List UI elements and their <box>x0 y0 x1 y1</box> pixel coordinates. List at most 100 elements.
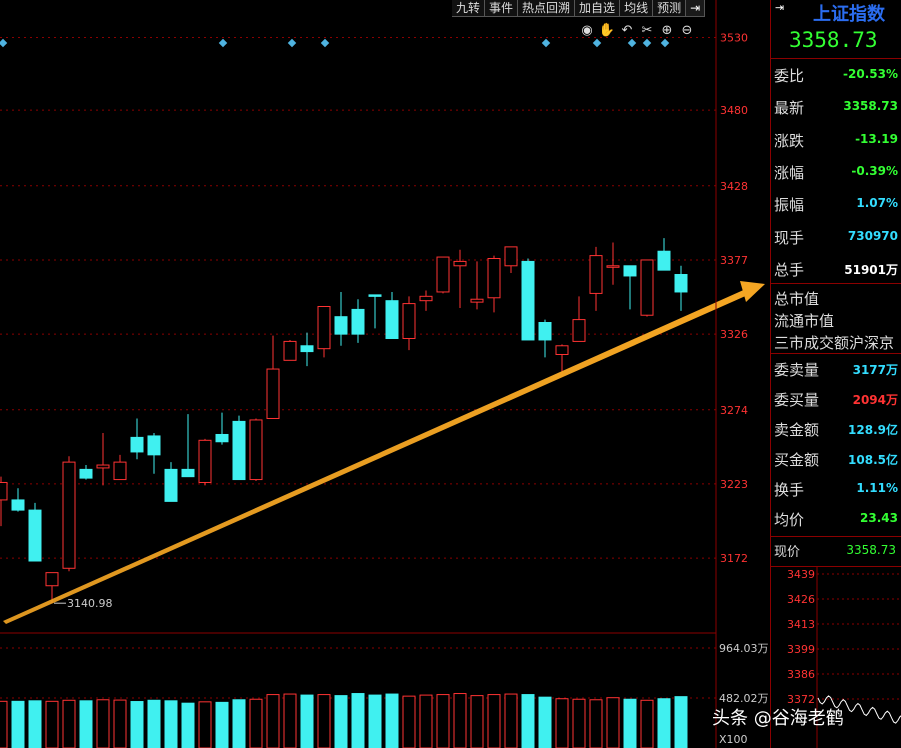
candle[interactable] <box>45 572 59 587</box>
candle[interactable] <box>283 340 297 361</box>
volume-series <box>0 693 688 748</box>
candle[interactable] <box>674 274 688 293</box>
undo-icon[interactable]: ↶ <box>622 23 633 38</box>
volume-bar <box>572 698 586 748</box>
candle[interactable] <box>589 255 603 294</box>
candle[interactable] <box>249 419 263 481</box>
quote-row: 换手 1.11% <box>771 477 901 501</box>
add-watchlist-button[interactable]: 加自选 <box>575 0 621 17</box>
trend-arrow-shaft <box>3 288 750 624</box>
volume-bar <box>249 698 263 748</box>
volume-bar <box>130 701 144 748</box>
quote-row-value: 3358.73 <box>843 99 898 114</box>
candle[interactable] <box>215 433 229 443</box>
volume-bar <box>147 699 161 748</box>
candle[interactable] <box>419 295 433 302</box>
candle[interactable] <box>572 319 586 342</box>
events-button[interactable]: 事件 <box>485 0 519 17</box>
candle[interactable] <box>623 265 637 277</box>
event-marker[interactable] <box>320 38 330 48</box>
moving-average-button[interactable]: 均线 <box>620 0 654 17</box>
quote-row-value: 1.07% <box>856 196 898 211</box>
candle[interactable] <box>317 306 331 350</box>
event-marker[interactable] <box>287 38 297 48</box>
candle[interactable] <box>436 256 450 293</box>
candle[interactable] <box>266 368 280 419</box>
chart-toolbar-icons[interactable]: ◉ ✋ ↶ ✂ ⊕ ⊖ <box>581 22 692 38</box>
candle[interactable] <box>28 509 42 562</box>
candle[interactable] <box>640 259 654 316</box>
volume-bar <box>164 700 178 748</box>
candle[interactable] <box>453 260 467 267</box>
divider <box>771 58 901 59</box>
price-tick-label: 3377 <box>720 254 748 267</box>
quote-row-value: 108.5亿 <box>848 453 898 467</box>
forecast-button[interactable]: 预测 <box>653 0 687 17</box>
quote-row-value: 51901万 <box>844 262 898 277</box>
candle[interactable] <box>164 468 178 502</box>
candle[interactable] <box>113 461 127 481</box>
candle[interactable] <box>606 265 620 268</box>
candle[interactable] <box>538 322 552 341</box>
quote-row-value: 2094万 <box>852 393 898 407</box>
event-marker[interactable] <box>592 38 602 48</box>
hand-icon[interactable]: ✋ <box>599 22 615 38</box>
candle[interactable] <box>385 300 399 339</box>
zoom-out-icon[interactable]: ⊖ <box>682 23 693 38</box>
volume-bar <box>215 701 229 748</box>
candle[interactable] <box>487 258 501 299</box>
candlestick-series[interactable]: 3140.98 <box>0 238 688 610</box>
event-marker[interactable] <box>218 38 228 48</box>
candle[interactable] <box>300 345 314 353</box>
divider <box>771 536 901 537</box>
candle[interactable] <box>62 461 76 569</box>
event-marker[interactable] <box>627 38 637 48</box>
candle[interactable] <box>402 303 416 339</box>
quote-row-value: 23.43 <box>860 511 898 525</box>
event-marker[interactable] <box>0 38 8 48</box>
zoom-in-icon[interactable]: ⊕ <box>662 23 673 38</box>
volume-bar <box>453 693 467 748</box>
candle[interactable] <box>657 250 671 271</box>
volume-bar <box>623 698 637 748</box>
candle[interactable] <box>470 298 484 303</box>
event-markers[interactable] <box>0 38 670 48</box>
candle[interactable] <box>11 499 25 511</box>
candle[interactable] <box>198 439 212 483</box>
price-axis: 35303480342833773326327432233172964.03万4… <box>715 0 769 748</box>
candle[interactable] <box>130 436 144 453</box>
quote-row: 振幅 1.07% <box>771 192 901 216</box>
event-marker[interactable] <box>642 38 652 48</box>
candle[interactable] <box>521 260 535 341</box>
candle[interactable] <box>79 468 93 479</box>
candle[interactable] <box>232 420 246 481</box>
trend-arrow-head <box>740 281 765 302</box>
quote-row-label: 振幅 <box>774 196 805 215</box>
candle[interactable] <box>96 464 110 469</box>
candle[interactable] <box>147 435 161 456</box>
volume-bar <box>198 701 212 748</box>
candle[interactable] <box>334 316 348 335</box>
volume-bar <box>266 694 280 748</box>
nine-turn-button[interactable]: 九转 <box>452 0 486 17</box>
chart-toolbar: 九转 事件 热点回溯 加自选 均线 预测 ⇥ <box>452 0 706 17</box>
candle[interactable] <box>351 308 365 335</box>
eye-icon[interactable]: ◉ <box>581 23 592 38</box>
panel-toggle-icon[interactable]: ⇥ <box>775 2 787 14</box>
volume-bar <box>640 699 654 748</box>
kline-chart[interactable]: 3140.98 3530 3480 3428 3377 3326 3274 3223 3172… <box>0 0 770 748</box>
quote-row-label: 涨跌 <box>774 131 805 150</box>
candle[interactable] <box>555 345 569 355</box>
mini-axis-label: 3386 <box>787 668 815 681</box>
candle[interactable] <box>181 468 195 478</box>
event-marker[interactable] <box>660 38 670 48</box>
hotspot-review-button[interactable]: 热点回溯 <box>518 0 576 17</box>
collapse-icon[interactable]: ⇥ <box>686 0 706 17</box>
candle[interactable] <box>0 481 8 501</box>
candle[interactable] <box>368 294 382 297</box>
candle[interactable] <box>504 246 518 267</box>
quote-row-value: 730970 <box>847 228 898 243</box>
event-marker[interactable] <box>541 38 551 48</box>
scissors-icon[interactable]: ✂ <box>642 23 653 38</box>
volume-tick-label: 964.03万 <box>719 642 769 655</box>
